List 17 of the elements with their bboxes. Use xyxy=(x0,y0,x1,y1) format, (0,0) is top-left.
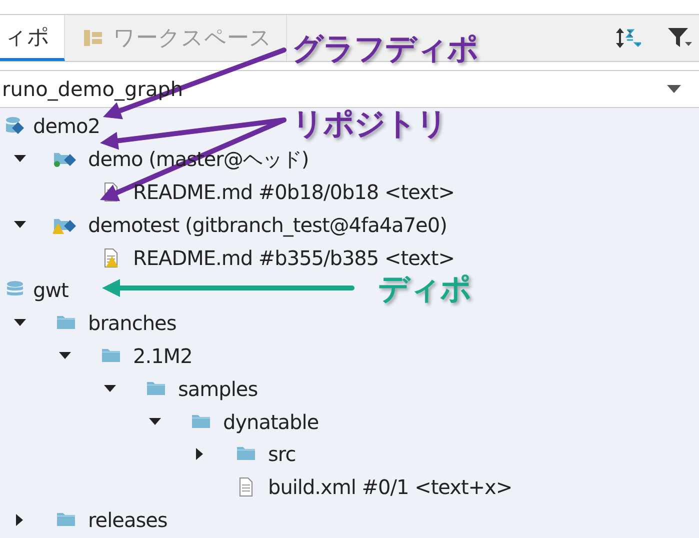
folder-icon xyxy=(83,28,103,48)
caret-icon xyxy=(667,85,681,93)
tree-item[interactable]: branches xyxy=(0,306,176,340)
filter-icon[interactable] xyxy=(667,26,693,50)
tree-item[interactable]: samples xyxy=(0,372,258,406)
tree-item[interactable]: gwt xyxy=(0,274,68,307)
callout-label: グラフディポ xyxy=(292,30,478,69)
tree-item[interactable]: demo2 xyxy=(0,110,100,143)
tree-item[interactable]: releases xyxy=(0,504,168,536)
tab[interactable]: ィポ xyxy=(0,15,65,61)
sort-icon[interactable] xyxy=(615,26,641,50)
callout-label: リポジトリ xyxy=(292,105,447,144)
tree-item[interactable]: build.xml #0/1 <text+x> xyxy=(0,470,512,504)
tree-item[interactable]: demotest (gitbranch_test@4fa4a7e0) xyxy=(0,208,447,242)
tree-item[interactable]: 2.1M2 xyxy=(0,340,192,372)
tree-item[interactable]: dynatable xyxy=(0,405,319,438)
tree-item[interactable]: src xyxy=(0,438,296,471)
